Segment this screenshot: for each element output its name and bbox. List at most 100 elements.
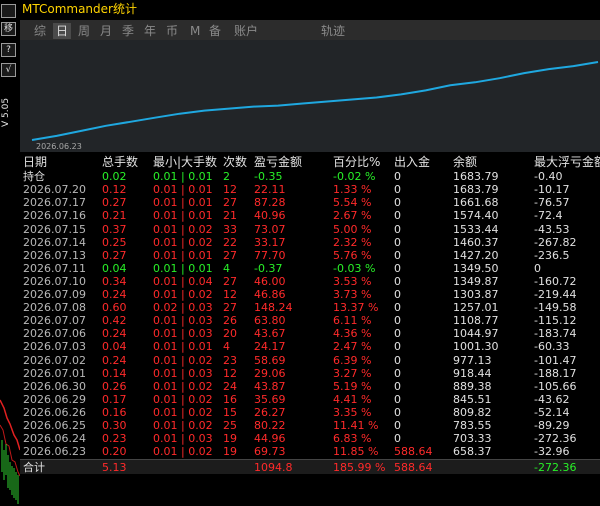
header-trade-count[interactable]: 次数 xyxy=(223,156,247,169)
cell-balance: 1683.79 xyxy=(453,170,499,184)
table-row: 2026.06.23 0.20 0.01 | 0.02 19 69.73 11.85 % 5… xyxy=(20,445,600,458)
check-button[interactable]: √ xyxy=(1,63,16,77)
header-total-lots[interactable]: 总手数 xyxy=(102,156,138,169)
header-date[interactable]: 日期 xyxy=(23,156,47,169)
tab-trajectory[interactable]: 轨迹 xyxy=(321,23,345,39)
cell-max-drawdown: -43.53 xyxy=(534,222,570,236)
cell-balance: 1349.87 xyxy=(453,274,499,288)
cell-total-lots: 0.26 xyxy=(102,379,127,393)
equity-curve-svg xyxy=(31,61,599,141)
header-percent[interactable]: 百分比% xyxy=(333,156,380,169)
cell-percent: 185.99 % xyxy=(333,461,386,475)
header-pnl[interactable]: 盈亏金额 xyxy=(254,156,302,169)
header-deposit-withdraw[interactable]: 出入金 xyxy=(394,156,430,169)
cell-date: 2026.07.14 xyxy=(23,235,86,249)
total-row: 合计 5.13 1094.8 185.99 % 588.64 -272.36 xyxy=(20,459,600,475)
cell-balance: 1303.87 xyxy=(453,288,499,301)
table-row: 2026.06.25 0.30 0.01 | 0.02 25 80.22 11.41 % 0… xyxy=(20,419,600,432)
cell-total-lots: 5.13 xyxy=(102,461,127,475)
cell-max-drawdown: -219.44 xyxy=(534,288,577,301)
cell-trade-count: 4 xyxy=(223,340,230,354)
header-min-max-lots[interactable]: 最小|大手数 xyxy=(153,156,217,169)
cell-balance: 1683.79 xyxy=(453,183,499,197)
cell-total-lots: 0.60 xyxy=(102,301,127,315)
cell-trade-count: 2 xyxy=(223,170,230,184)
cell-min-max-lots: 0.01 | 0.01 xyxy=(153,340,213,354)
cell-date: 2026.07.16 xyxy=(23,209,86,223)
cell-balance: 703.33 xyxy=(453,432,492,446)
cell-date: 2026.07.03 xyxy=(23,340,86,354)
table-row: 2026.07.10 0.34 0.01 | 0.04 27 46.00 3.53 % 0 1… xyxy=(20,275,600,288)
cell-total-lots: 0.04 xyxy=(102,340,127,354)
cell-deposit-withdraw: 0 xyxy=(394,209,401,223)
cell-total-lots: 0.24 xyxy=(102,327,127,341)
side-button-empty[interactable] xyxy=(1,4,16,18)
cell-deposit-withdraw: 0 xyxy=(394,405,401,419)
header-balance[interactable]: 余额 xyxy=(453,156,477,169)
tab-account[interactable]: 账户 xyxy=(234,23,258,39)
equity-curve xyxy=(31,61,599,141)
tab-quarter[interactable]: 季 xyxy=(122,23,134,39)
tab-month[interactable]: 月 xyxy=(100,23,112,39)
statistics-panel: MTCommander统计 综 日 周 月 季 年 币 M 备 账户 轨迹 20… xyxy=(20,0,600,506)
cell-trade-count: 27 xyxy=(223,196,237,210)
cell-percent: 5.19 % xyxy=(333,379,372,393)
help-button[interactable]: ? xyxy=(1,43,16,57)
holding-row: 持仓 0.02 0.01 | 0.01 2 -0.35 -0.02 % 0 1683.79 -0… xyxy=(20,170,600,183)
version-label: V 5.05 xyxy=(1,97,11,127)
cell-min-max-lots: 0.01 | 0.03 xyxy=(153,314,213,328)
cell-total-lots: 0.34 xyxy=(102,274,127,288)
cell-deposit-withdraw: 0 xyxy=(394,366,401,380)
tab-week[interactable]: 周 xyxy=(78,23,90,39)
header-max-drawdown[interactable]: 最大浮亏金额 xyxy=(534,156,600,169)
cell-pnl: 40.96 xyxy=(254,209,286,223)
table-header-row: 日期 总手数 最小|大手数 次数 盈亏金额 百分比% 出入金 余额 最大浮亏金额 xyxy=(20,156,600,169)
table-row: 2026.07.03 0.04 0.01 | 0.01 4 24.17 2.47 % 0 10… xyxy=(20,340,600,353)
move-button[interactable]: 移 xyxy=(1,22,16,36)
chart-start-date: 2026.06.23 xyxy=(36,142,82,151)
cell-min-max-lots: 0.02 | 0.03 xyxy=(153,301,213,315)
cell-pnl: 77.70 xyxy=(254,248,286,262)
cell-percent: 3.35 % xyxy=(333,405,372,419)
cell-pnl: 69.73 xyxy=(254,445,286,459)
cell-balance: 809.82 xyxy=(453,405,492,419)
tab-summary[interactable]: 综 xyxy=(34,23,46,39)
cell-max-drawdown: -183.74 xyxy=(534,327,577,341)
cell-date: 2026.07.09 xyxy=(23,288,86,301)
cell-balance: 1108.77 xyxy=(453,314,499,328)
table-row: 2026.07.16 0.21 0.01 | 0.01 21 40.96 2.67 % 0 1… xyxy=(20,209,600,222)
cell-trade-count: 22 xyxy=(223,235,237,249)
cell-deposit-withdraw: 0 xyxy=(394,170,401,184)
cell-total-lots: 0.27 xyxy=(102,196,127,210)
tab-remark[interactable]: 备 xyxy=(209,23,221,39)
cell-pnl: 35.69 xyxy=(254,392,286,406)
tab-currency[interactable]: 币 xyxy=(166,23,178,39)
cell-deposit-withdraw: 0 xyxy=(394,419,401,432)
cell-max-drawdown: -236.5 xyxy=(534,248,570,262)
cell-deposit-withdraw: 0 xyxy=(394,353,401,367)
cell-deposit-withdraw: 0 xyxy=(394,327,401,341)
cell-max-drawdown: -188.17 xyxy=(534,366,577,380)
cell-total-lots: 0.17 xyxy=(102,392,127,406)
cell-percent: 6.11 % xyxy=(333,314,372,328)
cell-max-drawdown: -60.33 xyxy=(534,340,570,354)
tab-day[interactable]: 日 xyxy=(53,23,72,39)
table-row: 2026.07.08 0.60 0.02 | 0.03 27 148.24 13.37 %… xyxy=(20,301,600,314)
cell-trade-count: 19 xyxy=(223,445,237,459)
cell-balance: 783.55 xyxy=(453,419,492,432)
cell-deposit-withdraw: 588.64 xyxy=(394,445,433,459)
tab-year[interactable]: 年 xyxy=(144,23,156,39)
cell-deposit-withdraw: 0 xyxy=(394,274,401,288)
cell-balance: 658.37 xyxy=(453,445,492,459)
cell-balance: 845.51 xyxy=(453,392,492,406)
cell-min-max-lots: 0.01 | 0.01 xyxy=(153,183,213,197)
cell-max-drawdown: -10.17 xyxy=(534,183,570,197)
cell-percent: 6.83 % xyxy=(333,432,372,446)
cell-min-max-lots: 0.01 | 0.02 xyxy=(153,379,213,393)
cell-date: 2026.06.24 xyxy=(23,432,86,446)
cell-date: 2026.07.17 xyxy=(23,196,86,210)
cell-percent: 11.41 % xyxy=(333,419,379,432)
cell-percent: 2.47 % xyxy=(333,340,372,354)
cell-balance: 1257.01 xyxy=(453,301,499,315)
tab-magic[interactable]: M xyxy=(190,23,200,39)
